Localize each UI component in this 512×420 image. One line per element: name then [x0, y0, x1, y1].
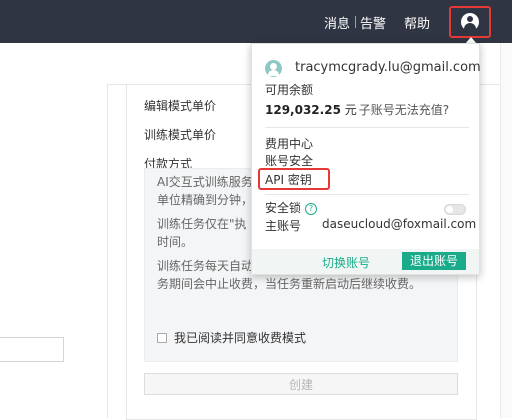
- help-link[interactable]: 帮助: [404, 13, 430, 32]
- switch-account-link[interactable]: 切换账号: [322, 254, 370, 271]
- agree-label: 我已阅读并同意收费模式: [174, 331, 307, 345]
- user-icon: [461, 13, 479, 31]
- balance-unit: 元: [344, 103, 357, 117]
- main-account-label: 主账号: [265, 219, 302, 233]
- agree-terms-row[interactable]: 我已阅读并同意收费模式: [157, 329, 306, 346]
- page-scrollbar[interactable]: [500, 43, 512, 418]
- left-input-field[interactable]: [0, 337, 64, 362]
- top-navigation-bar: 消息 告警 帮助: [0, 0, 512, 43]
- menu-item-security[interactable]: 账号安全: [265, 152, 313, 169]
- edit-mode-price-label: 编辑模式单价: [144, 99, 217, 113]
- info-line: 时间。: [157, 235, 194, 249]
- security-lock-label: 安全锁: [265, 201, 302, 215]
- info-line: 单位精确到分钟，: [157, 193, 254, 207]
- info-line: AI交互式训练服务: [157, 175, 253, 189]
- help-circle-icon[interactable]: ?: [305, 203, 318, 215]
- avatar-icon: [265, 60, 282, 77]
- menu-divider: [265, 127, 469, 128]
- info-line: 务期间会中止收费，当任务重新启动后继续收费。: [157, 277, 422, 291]
- menu-divider: [265, 194, 469, 195]
- train-mode-price-label: 训练模式单价: [144, 128, 217, 142]
- nav-divider: [355, 16, 356, 28]
- alarm-link[interactable]: 告警: [360, 13, 386, 32]
- dropdown-footer: 切换账号 退出账号: [252, 249, 479, 274]
- security-lock-toggle[interactable]: [444, 204, 466, 215]
- balance-value: 129,032.25: [265, 103, 341, 117]
- messages-link[interactable]: 消息: [324, 13, 350, 32]
- balance-label: 可用余额: [265, 83, 314, 97]
- balance-row: 129,032.25 元子账号无法充值?: [265, 101, 449, 118]
- recharge-note: 子账号无法充值?: [358, 103, 450, 117]
- left-panel: [0, 84, 108, 418]
- user-dropdown-menu: tracymcgrady.lu@gmail.com 可用余额 129,032.2…: [251, 43, 481, 275]
- main-account-value: daseucloud@foxmail.com: [322, 217, 477, 231]
- create-button[interactable]: 创建: [144, 373, 458, 395]
- menu-item-billing[interactable]: 费用中心: [265, 135, 313, 152]
- security-lock-row: 安全锁?: [265, 199, 318, 216]
- user-menu-button[interactable]: [449, 6, 491, 38]
- api-key-label: API 密钥: [265, 173, 312, 187]
- agree-checkbox[interactable]: [157, 332, 167, 343]
- menu-item-api-key[interactable]: API 密钥: [258, 168, 330, 190]
- logout-button[interactable]: 退出账号: [402, 252, 466, 270]
- user-email: tracymcgrady.lu@gmail.com: [295, 60, 481, 75]
- info-line: 训练任务仅在"执: [157, 217, 247, 231]
